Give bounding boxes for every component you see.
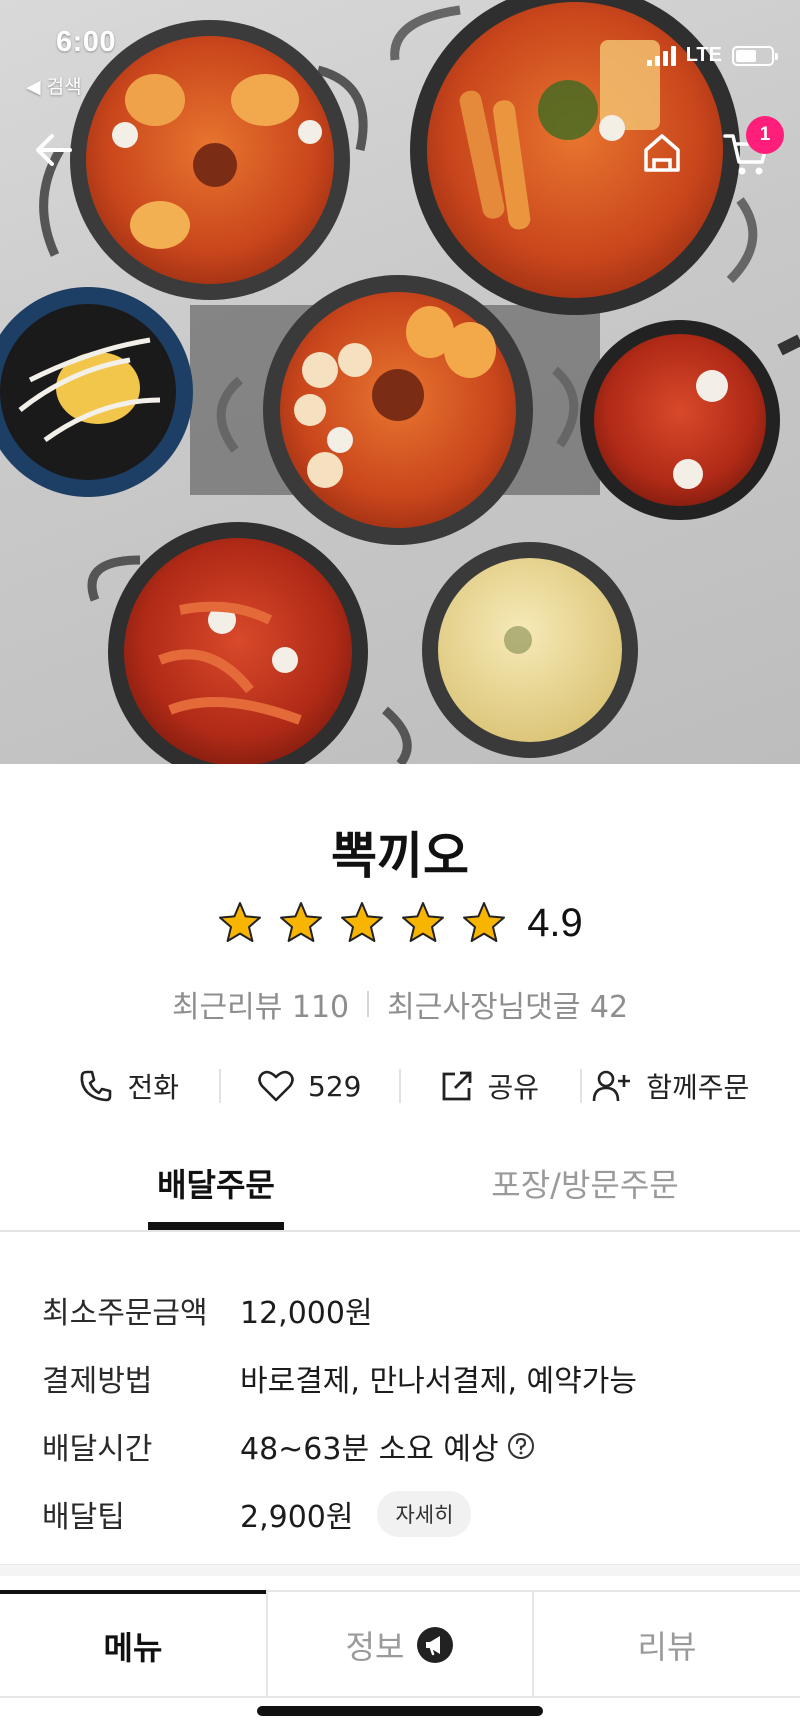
signal-icon: [646, 45, 676, 66]
tab-review[interactable]: 리뷰: [534, 1590, 800, 1698]
tip-label: 배달팁: [42, 1500, 125, 1535]
divider: [367, 991, 370, 1017]
share-button[interactable]: 공유: [401, 1066, 580, 1106]
like-button[interactable]: 529: [221, 1070, 400, 1103]
tab-info[interactable]: 정보: [266, 1590, 534, 1698]
call-button[interactable]: 전화: [40, 1066, 219, 1106]
tab-menu[interactable]: 메뉴: [0, 1590, 266, 1698]
back-arrow-icon: [36, 134, 72, 166]
delivery-time-label: 배달시간: [42, 1432, 153, 1467]
star-icon: [341, 902, 384, 942]
megaphone-icon: [417, 1627, 454, 1663]
group-order-button[interactable]: 함께주문: [582, 1066, 761, 1106]
home-button[interactable]: [636, 126, 688, 178]
review-counts: 최근리뷰 110 최근사장님댓글 42: [0, 982, 800, 1026]
delivery-time-value: 48~63분 소요 예상: [240, 1432, 499, 1467]
add-person-icon: [592, 1070, 631, 1102]
home-icon: [644, 134, 680, 172]
owner-replies-count[interactable]: 최근사장님댓글 42: [387, 982, 628, 1026]
battery-icon: [732, 45, 778, 66]
payment-label: 결제방법: [42, 1364, 153, 1399]
tip-detail-button[interactable]: 자세히: [377, 1491, 472, 1537]
star-icon: [463, 902, 506, 942]
store-actions: 전화 529 공유 함께주문: [40, 1060, 760, 1112]
help-icon[interactable]: [507, 1432, 535, 1460]
heart-icon: [258, 1070, 294, 1102]
active-tab-indicator: [148, 1222, 284, 1230]
status-indicators: LTE: [646, 44, 778, 67]
like-count: 529: [308, 1069, 362, 1103]
star-icon: [402, 902, 445, 942]
cart-count-badge: 1: [746, 116, 784, 154]
min-order-row: 최소주문금액 12,000원: [42, 1276, 762, 1344]
section-divider: [0, 1564, 800, 1576]
star-icon: [280, 902, 323, 942]
store-hero-image: 6:00 ◀ 검색 LTE 1: [0, 0, 800, 764]
store-name: 뽁끼오: [331, 827, 469, 885]
delivery-time-info: 48~63분 소요 예상: [240, 1424, 535, 1468]
payment-value: 바로결제, 만나서결제, 예약가능: [240, 1364, 637, 1399]
order-type-tabs: 배달주문 포장/방문주문: [0, 1160, 800, 1232]
food-photo: [0, 0, 800, 764]
tip-row: 배달팁 2,900원 자세히: [42, 1480, 762, 1548]
payment-row: 결제방법 바로결제, 만나서결제, 예약가능: [42, 1344, 762, 1412]
divider: [0, 1696, 800, 1698]
back-to-search-link[interactable]: ◀ 검색: [26, 72, 82, 99]
call-label: 전화: [127, 1071, 180, 1104]
min-order-label: 최소주문금액: [42, 1296, 208, 1331]
min-order-value: 12,000원: [240, 1296, 373, 1331]
share-icon: [443, 1071, 472, 1101]
delivery-info: 최소주문금액 12,000원 결제방법 바로결제, 만나서결제, 예약가능 배달…: [42, 1276, 762, 1548]
bottom-section-tabs: 메뉴 정보 리뷰: [0, 1590, 800, 1698]
recent-reviews-count[interactable]: 최근리뷰 110: [172, 982, 349, 1026]
status-time: 6:00: [56, 26, 117, 58]
rating-stars: [217, 900, 507, 946]
share-label: 공유: [487, 1071, 540, 1104]
home-indicator[interactable]: [257, 1706, 543, 1716]
back-button[interactable]: [28, 124, 80, 176]
rating-value: 4.9: [527, 900, 583, 945]
phone-icon: [81, 1070, 112, 1102]
delivery-time-row: 배달시간 48~63분 소요 예상: [42, 1412, 762, 1480]
tip-info: 2,900원 자세히: [240, 1491, 472, 1537]
rating-row: 4.9: [0, 900, 800, 946]
star-icon: [219, 902, 262, 942]
tab-pickup-order[interactable]: 포장/방문주문: [480, 1160, 690, 1232]
tip-value: 2,900원: [240, 1500, 354, 1535]
network-type: LTE: [685, 44, 722, 66]
group-order-label: 함께주문: [646, 1071, 750, 1104]
tab-info-label: 정보: [345, 1628, 405, 1666]
